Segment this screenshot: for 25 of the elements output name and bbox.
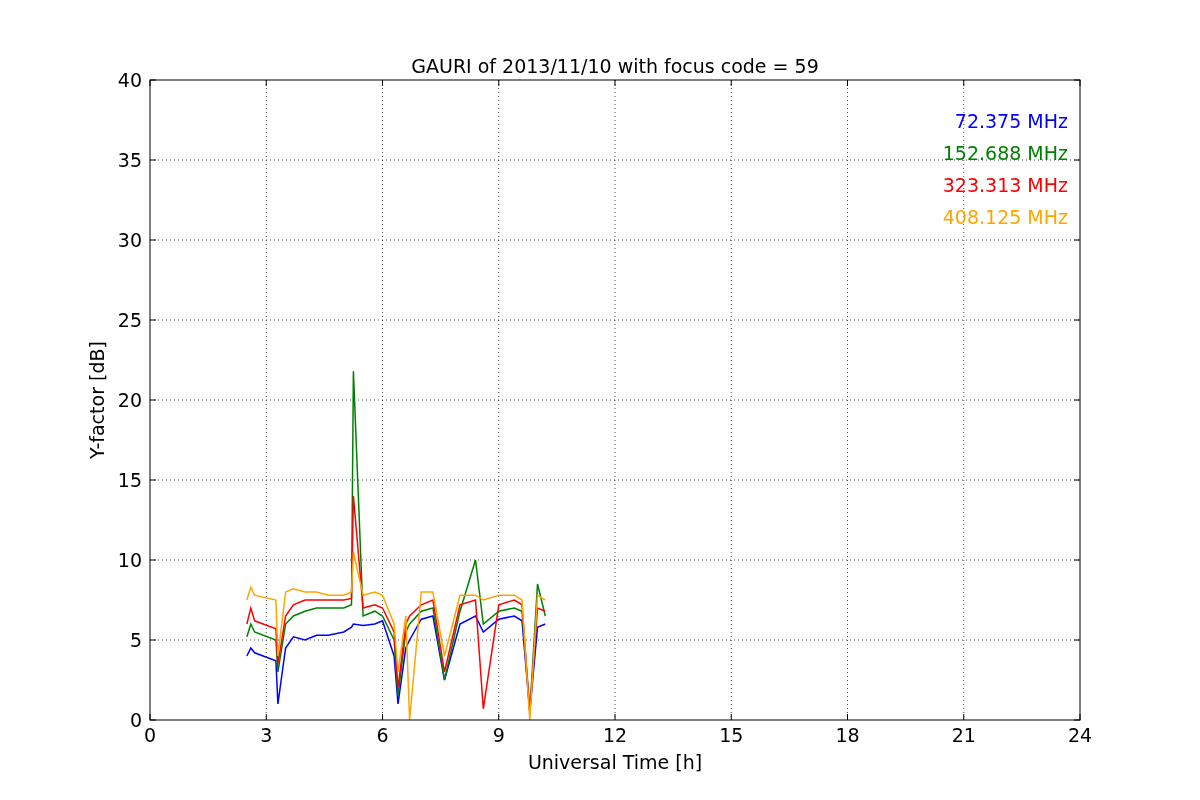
- y-tick-label: 20: [117, 389, 142, 411]
- x-tick-label: 24: [1067, 724, 1093, 746]
- legend-label: 323.313 MHz: [942, 174, 1068, 196]
- y-axis-label: Y-factor [dB]: [86, 341, 108, 459]
- y-tick-label: 30: [117, 229, 142, 251]
- x-tick-label: 15: [719, 724, 744, 746]
- y-tick-label: 5: [129, 629, 142, 651]
- legend-label: 152.688 MHz: [942, 142, 1068, 164]
- x-tick-label: 12: [602, 724, 628, 746]
- y-tick-label: 15: [117, 469, 142, 491]
- y-tick-label: 25: [117, 309, 142, 331]
- legend-label: 72.375 MHz: [954, 110, 1068, 132]
- y-tick-label: 0: [129, 709, 142, 731]
- x-tick-label: 21: [951, 724, 976, 746]
- y-tick-label: 35: [117, 149, 142, 171]
- x-tick-label: 18: [835, 724, 860, 746]
- x-tick-label: 6: [376, 724, 389, 746]
- x-tick-label: 0: [143, 724, 157, 746]
- y-tick-label: 10: [117, 549, 142, 571]
- legend-label: 408.125 MHz: [942, 206, 1068, 228]
- x-tick-label: 3: [260, 724, 273, 746]
- x-tick-label: 9: [492, 724, 505, 746]
- x-axis-label: Universal Time [h]: [527, 751, 703, 773]
- chart-title: GAURI of 2013/11/10 with focus code = 59: [411, 55, 819, 77]
- y-tick-label: 40: [117, 69, 142, 91]
